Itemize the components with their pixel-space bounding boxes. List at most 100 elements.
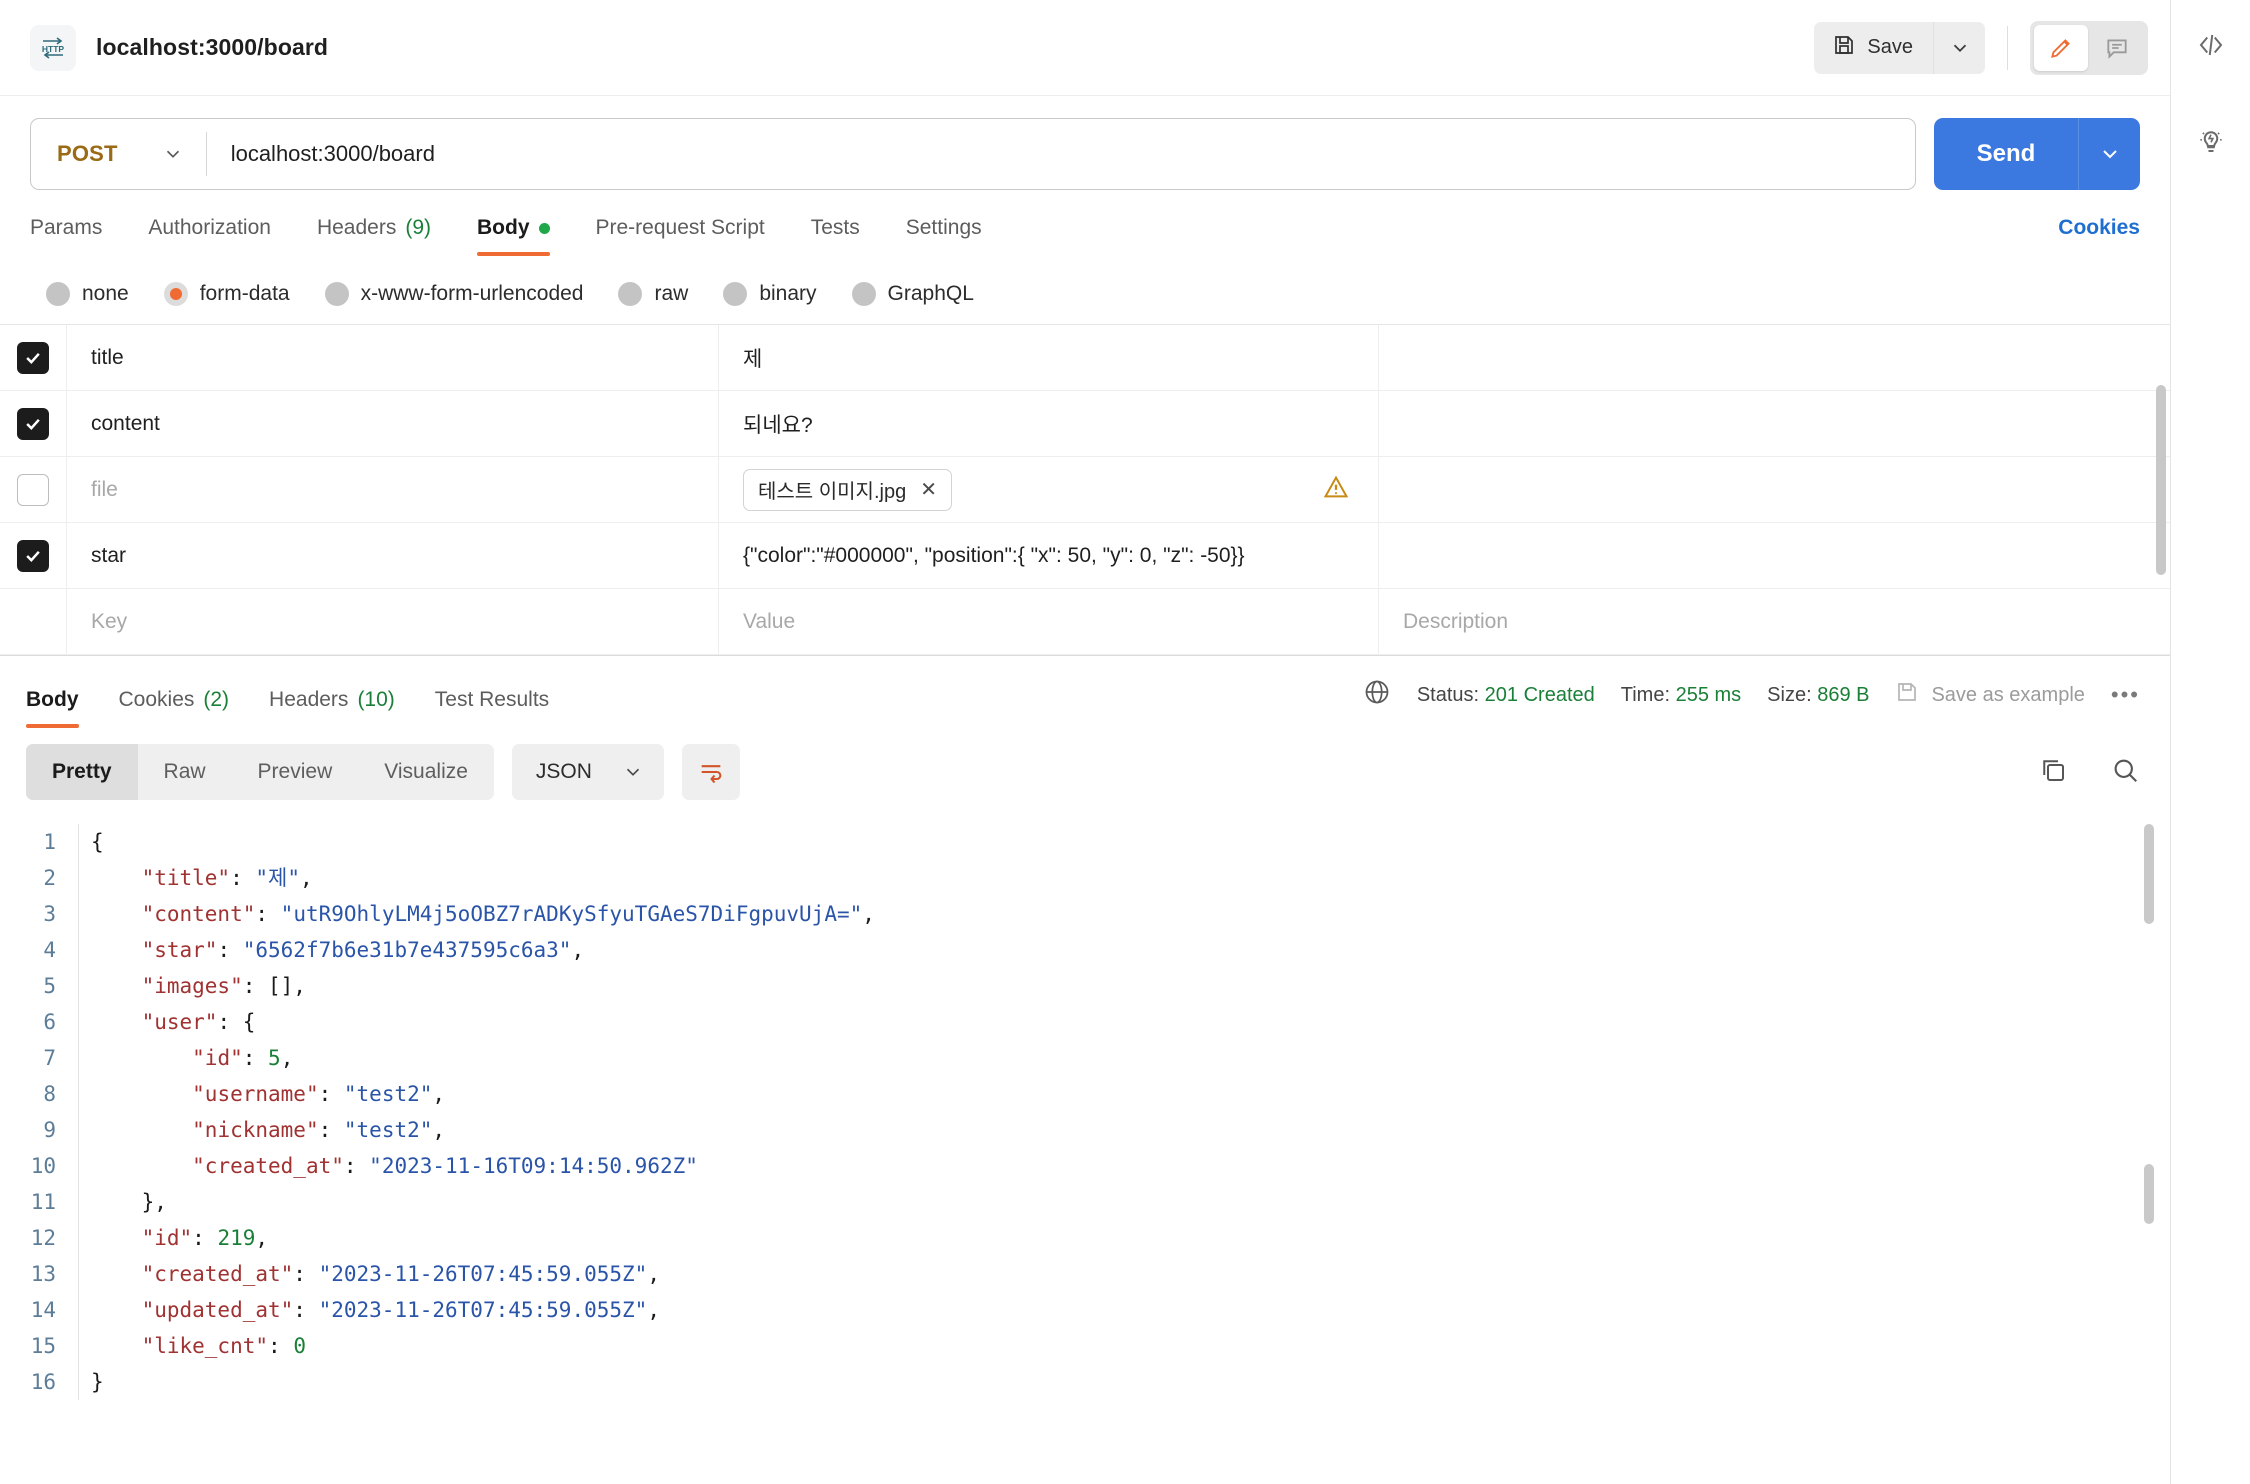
response-tab-cookies[interactable]: Cookies (2) — [119, 688, 230, 728]
response-format-selector[interactable]: JSON — [511, 744, 664, 800]
line-number: 2 — [43, 866, 56, 890]
send-dropdown-button[interactable] — [2078, 118, 2140, 190]
comment-button[interactable] — [2090, 25, 2144, 71]
code-token: 219 — [217, 1226, 256, 1250]
view-mode-visualize[interactable]: Visualize — [358, 744, 494, 800]
postman-window: HTTP localhost:3000/board Save POST loca… — [0, 0, 2250, 1484]
code-line-text: "title": "제", — [78, 860, 313, 896]
body-type-x-www-form-urlencoded[interactable]: x-www-form-urlencoded — [324, 282, 583, 306]
line-number: 16 — [30, 1370, 56, 1394]
save-dropdown-button[interactable] — [1933, 21, 1985, 74]
response-more-options-icon[interactable]: ••• — [2111, 682, 2140, 708]
save-button-group: Save — [1814, 21, 1985, 74]
tab-settings[interactable]: Settings — [906, 216, 982, 256]
view-toggle-group — [2030, 20, 2148, 75]
row-description[interactable] — [1378, 523, 2170, 588]
save-as-example-button[interactable]: Save as example — [1895, 680, 2085, 710]
copy-icon[interactable] — [2038, 755, 2068, 790]
code-token: "title" — [141, 866, 231, 890]
code-snippet-icon[interactable] — [2188, 22, 2234, 68]
tab-body[interactable]: Body — [477, 216, 550, 256]
code-line-text: "created_at": "2023-11-16T09:14:50.962Z" — [78, 1148, 698, 1184]
code-token: : — [217, 938, 243, 962]
row-key[interactable]: content — [66, 391, 718, 456]
row-checkbox[interactable] — [17, 473, 49, 506]
response-tab-headers[interactable]: Headers (10) — [269, 688, 395, 728]
row-key[interactable]: title — [66, 325, 718, 390]
code-token: , — [432, 1118, 446, 1142]
code-token: : — [255, 902, 281, 926]
code-line: 6 "user": { — [0, 1004, 2170, 1040]
lightbulb-icon[interactable] — [2188, 118, 2234, 164]
word-wrap-button[interactable] — [681, 744, 740, 800]
url-input[interactable] — [206, 141, 1915, 167]
code-line: 2 "title": "제", — [0, 860, 2170, 896]
save-icon — [1832, 33, 1856, 63]
body-type-raw[interactable]: raw — [618, 282, 688, 306]
warning-icon[interactable] — [1322, 473, 1350, 507]
new-key-input[interactable]: Key — [66, 589, 718, 654]
url-bar-row: POST Send — [0, 96, 2170, 190]
tab-label: Body — [477, 216, 530, 239]
request-tabs: Params Authorization Headers (9) Body Pr… — [0, 190, 2170, 256]
code-line: 8 "username": "test2", — [0, 1076, 2170, 1112]
row-key[interactable]: file — [66, 457, 718, 522]
save-button[interactable]: Save — [1814, 22, 1933, 74]
row-checkbox-cell — [0, 473, 66, 506]
tab-pre-request-script[interactable]: Pre-request Script — [596, 216, 765, 256]
row-checkbox[interactable] — [17, 539, 49, 572]
new-value-input[interactable]: Value — [718, 589, 1378, 654]
row-description[interactable] — [1378, 325, 2170, 390]
send-button[interactable]: Send — [1934, 118, 2078, 190]
view-mode-raw[interactable]: Raw — [138, 744, 232, 800]
code-token: } — [91, 1370, 104, 1394]
code-scrollbar-top[interactable] — [2144, 824, 2154, 924]
code-token: : — [268, 1334, 294, 1358]
search-icon[interactable] — [2110, 755, 2140, 790]
body-type-none[interactable]: none — [46, 282, 129, 306]
tab-count: (9) — [405, 216, 431, 239]
row-value[interactable]: 테스트 이미지.jpg ✕ — [718, 457, 1378, 522]
row-description[interactable] — [1378, 457, 2170, 522]
code-scrollbar-bottom[interactable] — [2144, 1164, 2154, 1224]
response-tab-test-results[interactable]: Test Results — [435, 688, 549, 728]
form-table-scrollbar[interactable] — [2156, 385, 2166, 575]
cookies-link[interactable]: Cookies — [2058, 216, 2140, 256]
row-key[interactable]: star — [66, 523, 718, 588]
tab-label: Tests — [810, 216, 860, 239]
method-selector[interactable]: POST — [31, 119, 206, 189]
row-value[interactable]: {"color":"#000000", "position":{ "x": 50… — [718, 523, 1378, 588]
status-label: Status: — [1416, 683, 1480, 706]
tab-headers[interactable]: Headers (9) — [317, 216, 431, 256]
main-column: HTTP localhost:3000/board Save POST loca… — [0, 0, 2170, 1484]
row-checkbox[interactable] — [17, 341, 49, 374]
code-token: "updated_at" — [141, 1298, 294, 1322]
new-description-input[interactable]: Description — [1378, 589, 2170, 654]
view-mode-preview[interactable]: Preview — [232, 744, 359, 800]
time-block: Time: 255 ms — [1621, 684, 1741, 707]
remove-file-icon[interactable]: ✕ — [920, 477, 937, 502]
http-protocol-icon: HTTP — [30, 24, 76, 71]
body-type-binary[interactable]: binary — [723, 282, 817, 306]
line-number: 9 — [43, 1118, 56, 1142]
tab-params[interactable]: Params — [30, 216, 102, 256]
tab-authorization[interactable]: Authorization — [148, 216, 271, 256]
row-value[interactable]: 되네요? — [718, 391, 1378, 456]
globe-icon[interactable] — [1363, 678, 1391, 712]
body-type-form-data[interactable]: form-data — [163, 282, 290, 306]
code-line-text: "like_cnt": 0 — [78, 1328, 306, 1364]
tab-label: Authorization — [148, 216, 271, 239]
view-mode-pretty[interactable]: Pretty — [26, 744, 138, 800]
row-value[interactable]: 제 — [718, 325, 1378, 390]
tab-tests[interactable]: Tests — [811, 216, 860, 256]
body-type-graphql[interactable]: GraphQL — [851, 282, 974, 306]
code-token: { — [91, 830, 104, 854]
edit-mode-button[interactable] — [2034, 24, 2088, 71]
response-body-code[interactable]: 1{2 "title": "제", 3 "content": "utR9OhlyL… — [0, 814, 2170, 1400]
row-description[interactable] — [1378, 391, 2170, 456]
response-tab-body[interactable]: Body — [26, 688, 79, 728]
radio-icon — [723, 282, 748, 306]
row-checkbox[interactable] — [17, 407, 49, 440]
